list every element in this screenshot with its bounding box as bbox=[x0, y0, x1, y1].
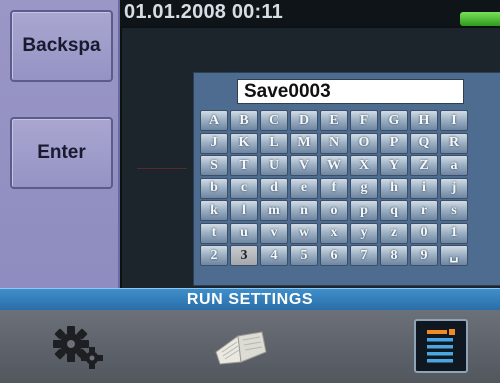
page-title: RUN SETTINGS bbox=[186, 290, 314, 308]
bottom-toolbar bbox=[0, 310, 500, 383]
key-Y[interactable]: Y bbox=[380, 155, 408, 176]
key-z[interactable]: z bbox=[380, 222, 408, 244]
key-O[interactable]: O bbox=[350, 132, 378, 154]
key-K[interactable]: K bbox=[230, 132, 258, 154]
key-grid: ABCDEFGHIJKLMNOPQRSTUVWXYZabcdefghijklmn… bbox=[200, 110, 500, 268]
key-F[interactable]: F bbox=[350, 110, 378, 131]
key-y[interactable]: y bbox=[350, 222, 378, 244]
key-o[interactable]: o bbox=[320, 200, 348, 221]
key-I[interactable]: I bbox=[440, 110, 468, 131]
title-bar: RUN SETTINGS bbox=[0, 288, 500, 310]
settings-button[interactable] bbox=[48, 320, 108, 372]
enter-button[interactable]: Enter bbox=[10, 117, 113, 189]
key-Q[interactable]: Q bbox=[410, 132, 438, 154]
key-row: tuvwxyz01 bbox=[200, 222, 500, 245]
key-row: JKLMNOPQR bbox=[200, 132, 500, 155]
key-row: STUVWXYZa bbox=[200, 155, 500, 177]
key-V[interactable]: V bbox=[290, 155, 318, 176]
key-U[interactable]: U bbox=[260, 155, 288, 176]
key-s[interactable]: s bbox=[440, 200, 468, 221]
key-v[interactable]: v bbox=[260, 222, 288, 244]
key-0[interactable]: 0 bbox=[410, 222, 438, 244]
key-k[interactable]: k bbox=[200, 200, 228, 221]
key-j[interactable]: j bbox=[440, 177, 468, 199]
key-R[interactable]: R bbox=[440, 132, 468, 154]
key-M[interactable]: M bbox=[290, 132, 318, 154]
key-row: klmnopqrs bbox=[200, 200, 500, 222]
key-t[interactable]: t bbox=[200, 222, 228, 244]
key-A[interactable]: A bbox=[200, 110, 228, 131]
key-space[interactable]: ␣ bbox=[440, 245, 468, 266]
key-N[interactable]: N bbox=[320, 132, 348, 154]
key-n[interactable]: n bbox=[290, 200, 318, 221]
key-row: 2 3 4 5 6 7 8 9 ␣ bbox=[200, 245, 500, 267]
key-E[interactable]: E bbox=[320, 110, 348, 131]
key-q[interactable]: q bbox=[380, 200, 408, 221]
key-f[interactable]: f bbox=[320, 177, 348, 199]
key-H[interactable]: H bbox=[410, 110, 438, 131]
key-P[interactable]: P bbox=[380, 132, 408, 154]
key-2[interactable]: 2 bbox=[200, 245, 228, 266]
key-5[interactable]: 5 bbox=[290, 245, 318, 266]
key-G[interactable]: G bbox=[380, 110, 408, 131]
key-3[interactable]: 3 bbox=[230, 245, 258, 266]
list-icon bbox=[427, 329, 455, 363]
datetime-display: 01.01.2008 00:11 bbox=[124, 1, 283, 23]
gears-icon bbox=[53, 326, 103, 369]
key-7[interactable]: 7 bbox=[350, 245, 378, 266]
key-D[interactable]: D bbox=[290, 110, 318, 131]
key-m[interactable]: m bbox=[260, 200, 288, 221]
key-W[interactable]: W bbox=[320, 155, 348, 176]
key-6[interactable]: 6 bbox=[320, 245, 348, 266]
side-panel: Backspa Enter bbox=[0, 0, 120, 288]
key-X[interactable]: X bbox=[350, 155, 378, 176]
open-book-icon bbox=[215, 331, 267, 365]
key-x[interactable]: x bbox=[320, 222, 348, 244]
key-p[interactable]: p bbox=[350, 200, 378, 221]
key-S[interactable]: S bbox=[200, 155, 228, 176]
key-J[interactable]: J bbox=[200, 132, 228, 154]
key-i[interactable]: i bbox=[410, 177, 438, 199]
key-B[interactable]: B bbox=[230, 110, 258, 131]
key-1[interactable]: 1 bbox=[440, 222, 468, 244]
key-T[interactable]: T bbox=[230, 155, 258, 176]
divider-line bbox=[137, 168, 187, 169]
backspace-button[interactable]: Backspa bbox=[10, 10, 113, 82]
key-h[interactable]: h bbox=[380, 177, 408, 199]
status-header: 01.01.2008 00:11 bbox=[120, 0, 500, 26]
key-8[interactable]: 8 bbox=[380, 245, 408, 266]
key-b[interactable]: b bbox=[200, 177, 228, 199]
on-screen-keyboard: Save0003 ABCDEFGHIJKLMNOPQRSTUVWXYZabcde… bbox=[193, 72, 500, 286]
manual-button[interactable] bbox=[210, 322, 272, 372]
key-w[interactable]: w bbox=[290, 222, 318, 244]
key-L[interactable]: L bbox=[260, 132, 288, 154]
run-settings-list-button[interactable] bbox=[414, 319, 468, 373]
key-9[interactable]: 9 bbox=[410, 245, 438, 266]
key-row: ABCDEFGHI bbox=[200, 110, 500, 132]
key-r[interactable]: r bbox=[410, 200, 438, 221]
key-row: bcdefghij bbox=[200, 177, 500, 200]
battery-indicator bbox=[460, 12, 500, 26]
key-u[interactable]: u bbox=[230, 222, 258, 244]
key-Z[interactable]: Z bbox=[410, 155, 438, 176]
key-a[interactable]: a bbox=[440, 155, 468, 176]
key-4[interactable]: 4 bbox=[260, 245, 288, 266]
device-screen: Backspa Enter 01.01.2008 00:11 Save0003 … bbox=[0, 0, 500, 383]
key-g[interactable]: g bbox=[350, 177, 378, 199]
key-C[interactable]: C bbox=[260, 110, 288, 131]
filename-input[interactable]: Save0003 bbox=[237, 79, 464, 104]
key-l[interactable]: l bbox=[230, 200, 258, 221]
key-d[interactable]: d bbox=[260, 177, 288, 199]
key-e[interactable]: e bbox=[290, 177, 318, 199]
key-c[interactable]: c bbox=[230, 177, 258, 199]
